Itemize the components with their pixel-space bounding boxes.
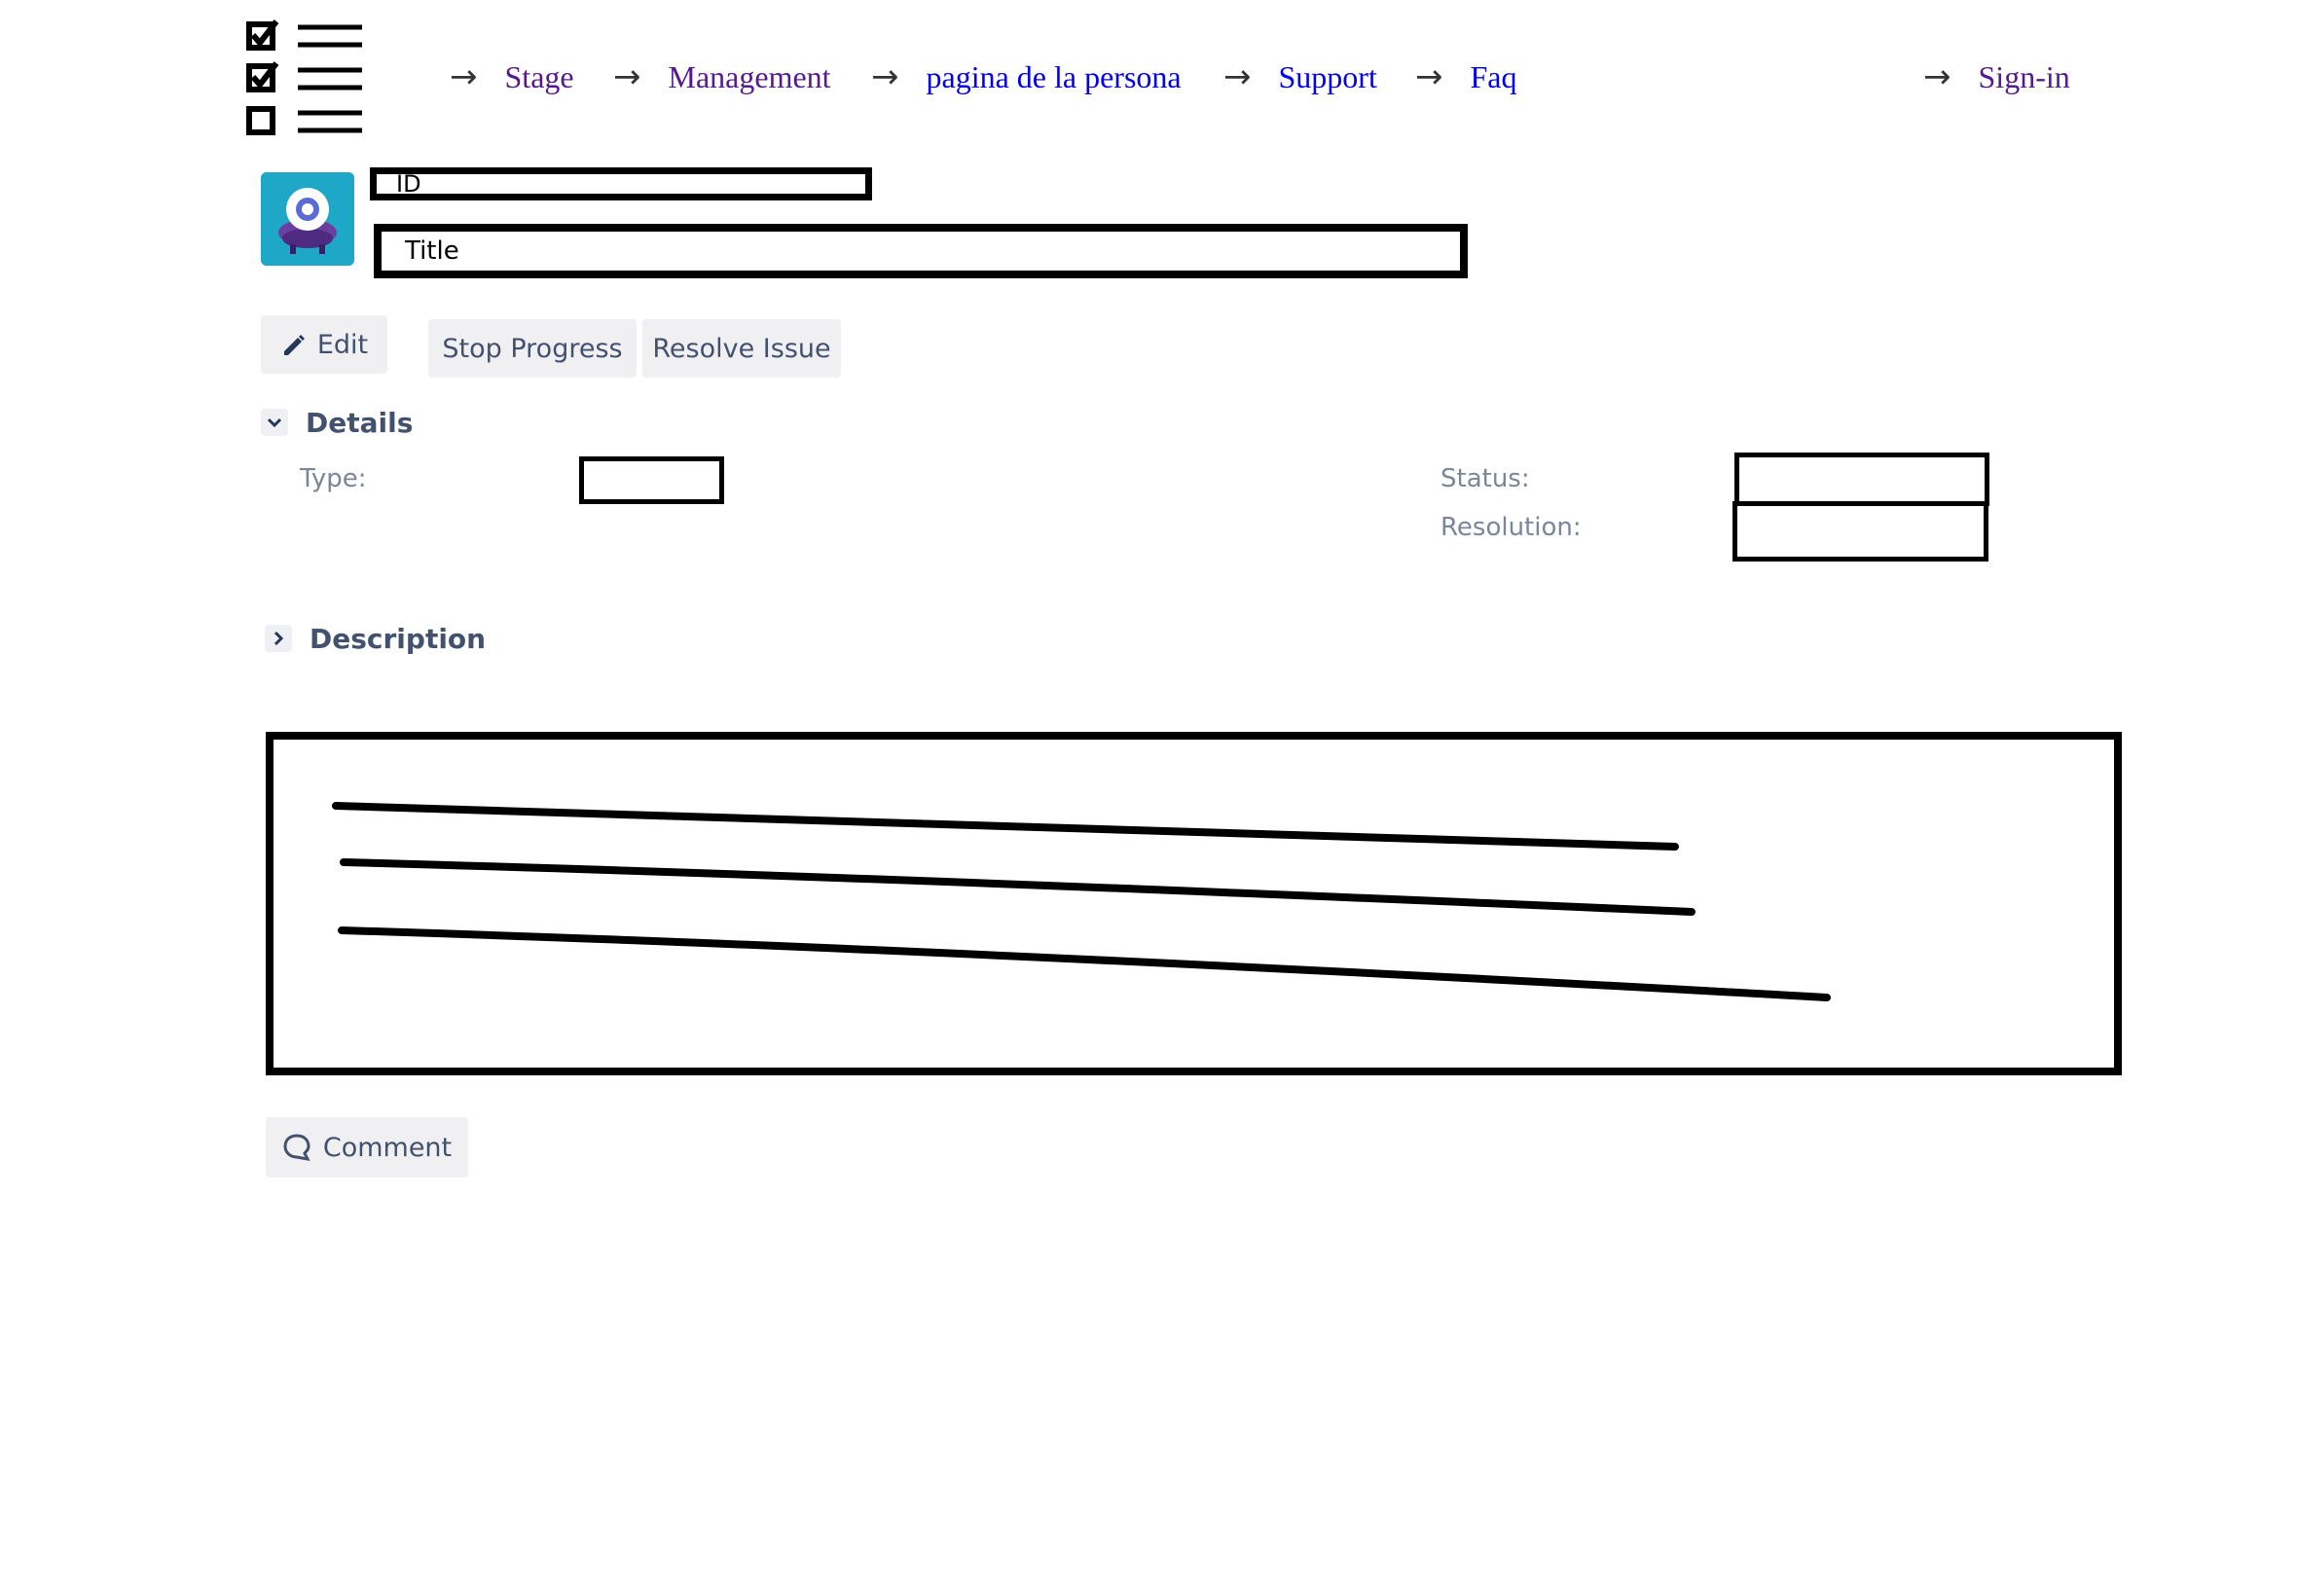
- issue-title-redacted: Title: [374, 224, 1468, 278]
- nav-link-sign-in[interactable]: → Sign-in: [1923, 56, 2070, 97]
- arrow-right-icon: →: [1415, 57, 1443, 96]
- arrow-right-icon: →: [613, 57, 641, 96]
- chevron-down-icon: [261, 409, 288, 436]
- issue-id-redacted: ID: [370, 167, 872, 200]
- nav-link-label: Sign-in: [1978, 58, 2070, 94]
- status-value-redacted: [1734, 453, 1989, 506]
- stop-progress-button[interactable]: Stop Progress: [428, 319, 637, 378]
- resolution-label: Resolution:: [1440, 513, 1582, 542]
- nav-link-stage[interactable]: → Stage: [450, 56, 574, 97]
- robot-icon: [261, 172, 354, 266]
- comment-button[interactable]: Comment: [266, 1117, 468, 1178]
- status-label: Status:: [1440, 464, 1530, 493]
- project-avatar: [261, 172, 354, 266]
- description-heading: Description: [310, 622, 487, 655]
- details-heading: Details: [306, 406, 414, 439]
- nav-link-management[interactable]: → Management: [613, 56, 831, 97]
- resolve-issue-button[interactable]: Resolve Issue: [642, 319, 841, 378]
- nav-link-pagina-de-la-persona[interactable]: → pagina de la persona: [871, 56, 1182, 97]
- issue-title-label: Title: [405, 236, 459, 266]
- edit-button[interactable]: Edit: [261, 315, 387, 374]
- resolution-value-redacted: [1732, 501, 1988, 562]
- nav-link-label: Stage: [504, 58, 574, 94]
- details-section-toggle[interactable]: Details: [261, 405, 413, 440]
- nav-link-label: Support: [1278, 58, 1377, 94]
- nav-link-label: Management: [668, 58, 831, 94]
- nav-link-faq[interactable]: → Faq: [1415, 56, 1517, 97]
- comment-button-label: Comment: [322, 1132, 453, 1163]
- chevron-right-icon: [265, 625, 292, 652]
- edit-button-label: Edit: [316, 329, 369, 360]
- nav-link-support[interactable]: → Support: [1223, 56, 1377, 97]
- arrow-right-icon: →: [1223, 57, 1252, 96]
- arrow-right-icon: →: [1923, 57, 1951, 96]
- pencil-icon: [283, 335, 305, 355]
- issue-id-label: ID: [396, 170, 421, 198]
- arrow-right-icon: →: [871, 57, 899, 96]
- description-section-toggle[interactable]: Description: [265, 621, 486, 656]
- redaction-scribble: [332, 802, 1831, 1001]
- description-redacted-box: [266, 732, 2122, 1075]
- stop-progress-label: Stop Progress: [442, 333, 623, 364]
- checklist-logo-icon: [241, 19, 370, 138]
- comment-bubble-icon: [283, 1134, 310, 1162]
- nav-link-label: pagina de la persona: [926, 58, 1182, 94]
- type-label: Type:: [300, 464, 367, 493]
- arrow-right-icon: →: [450, 57, 478, 96]
- nav-link-label: Faq: [1470, 58, 1517, 94]
- resolve-issue-label: Resolve Issue: [652, 333, 831, 364]
- type-value-redacted: [579, 456, 724, 504]
